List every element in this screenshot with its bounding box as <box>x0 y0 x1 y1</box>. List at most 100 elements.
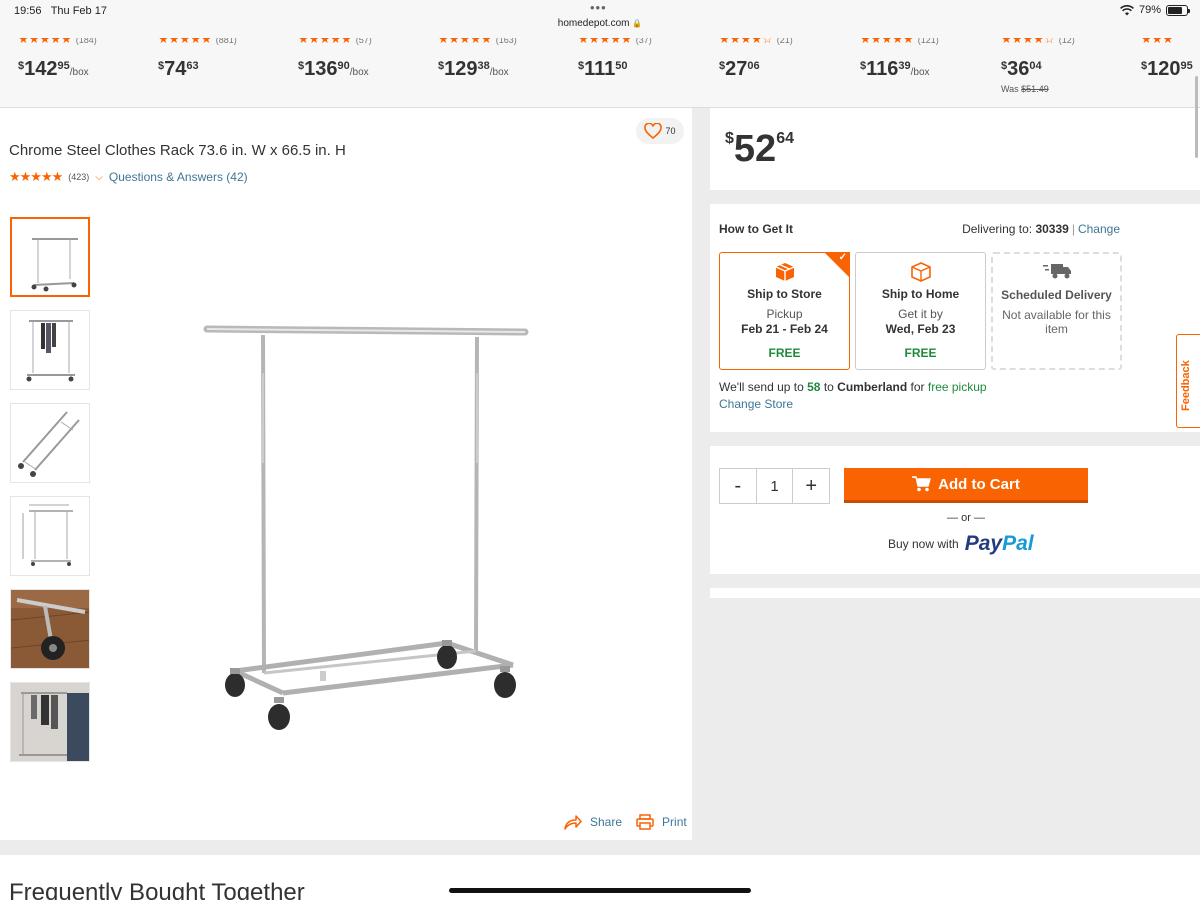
change-zip-link[interactable]: Change <box>1078 222 1120 236</box>
carousel-product[interactable]: ★★★★★ (37) $11150 <box>578 38 718 107</box>
carousel-product[interactable]: ★★★★★ (163) $12938/box <box>438 38 578 107</box>
carousel-price: $12095 <box>1141 58 1193 80</box>
carousel-product[interactable]: ★★★ $12095 <box>1141 38 1200 107</box>
cart-icon <box>912 476 932 492</box>
status-time: 19:56 Thu Feb 17 <box>14 5 107 17</box>
option-name: Scheduled Delivery <box>1001 288 1112 302</box>
delivery-zip: 30339 <box>1035 222 1069 236</box>
increase-quantity-button[interactable]: + <box>793 469 829 503</box>
fulfillment-card: How to Get It Delivering to: 30339 | Chang… <box>710 204 1200 432</box>
carousel-price: $2706 <box>719 58 760 80</box>
share-icon[interactable] <box>564 814 582 830</box>
section-heading: Frequently Bought Together <box>9 879 305 900</box>
carousel-product[interactable]: ★★★★★ (881) $7463 <box>158 38 298 107</box>
lock-icon: 🔒 <box>632 19 643 28</box>
carousel-stars: ★★★ <box>1141 38 1174 46</box>
carousel-product[interactable]: ★★★★★ (121) $11639/box <box>860 38 1000 107</box>
product-main-image[interactable] <box>195 313 535 733</box>
add-to-cart-card: - 1 + Add to Cart — or — Buy now with Pa… <box>710 446 1200 574</box>
store-box-icon <box>775 263 794 281</box>
delivering-to: Delivering to: 30339 | Change <box>962 222 1120 236</box>
option-name: Ship to Store <box>747 287 822 301</box>
option-line2: Feb 21 - Feb 24 <box>741 322 828 336</box>
decrease-quantity-button[interactable]: - <box>720 469 756 503</box>
option-line1: Get it by <box>898 307 943 321</box>
carousel-price: $13690/box <box>298 58 369 80</box>
carousel-stars: ★★★★★ (163) <box>438 38 517 46</box>
scheduled-delivery-option: Scheduled Delivery Not available for thi… <box>991 252 1122 370</box>
carousel-price: $3604 <box>1001 58 1042 80</box>
battery-percent: 79% <box>1138 4 1161 16</box>
ship-to-home-option[interactable]: Ship to Home Get it by Wed, Feb 23 FREE <box>855 252 986 370</box>
quantity-stepper: - 1 + <box>719 468 830 504</box>
carousel-price: $11639/box <box>860 58 930 80</box>
favorite-button[interactable]: 70 <box>636 118 684 144</box>
carousel-was-price: Was $51.49 <box>1001 84 1049 94</box>
option-price: FREE <box>904 346 937 360</box>
quantity-input[interactable]: 1 <box>755 469 794 503</box>
option-line1: Pickup <box>766 307 803 321</box>
ship-to-store-option[interactable]: ✓ Ship to Store Pickup Feb 21 - Feb 24 F… <box>719 252 850 370</box>
paypal-logo: PayPal <box>964 532 1034 555</box>
thumbnail-4[interactable] <box>10 496 90 576</box>
delivery-truck-icon <box>1042 264 1071 279</box>
thumbnail-1[interactable] <box>10 217 90 297</box>
thumbnail-2[interactable] <box>10 310 90 390</box>
add-to-cart-label: Add to Cart <box>938 475 1020 493</box>
product-title: Chrome Steel Clothes Rack 73.6 in. W x 6… <box>9 142 346 159</box>
product-media-panel: 70 Chrome Steel Clothes Rack 73.6 in. W … <box>0 108 692 840</box>
product-carousel[interactable]: ★★★★★ (184) $14295/box ★★★★★ (881) $7463 ★★★★★… <box>0 38 1200 108</box>
status-right: 79% <box>1120 4 1190 16</box>
feedback-tab[interactable]: Feedback <box>1176 334 1200 428</box>
carousel-product[interactable]: ★★★★☆ (12) $3604 Was $51.49 <box>1001 38 1141 107</box>
print-link[interactable]: Print <box>662 815 687 829</box>
option-line2: Wed, Feb 23 <box>885 322 956 336</box>
battery-level <box>1168 6 1183 14</box>
carousel-product[interactable]: ★★★★★ (57) $13690/box <box>298 38 438 107</box>
carousel-stars: ★★★★★ (184) <box>18 38 97 46</box>
thumbnail-list <box>10 217 94 775</box>
questions-answers-link[interactable]: Questions & Answers (42) <box>109 170 248 184</box>
option-unavailable: Not available for this item <box>1002 308 1111 336</box>
check-icon: ✓ <box>838 252 847 263</box>
carousel-stars: ★★★★★ (37) <box>578 38 652 46</box>
carousel-product[interactable]: ★★★★☆ (21) $2706 <box>719 38 859 107</box>
battery-icon <box>1166 4 1190 16</box>
scrollbar[interactable] <box>1195 76 1198 158</box>
chevron-down-icon[interactable]: ⌵ <box>95 172 103 183</box>
carousel-stars: ★★★★☆ (21) <box>719 38 793 46</box>
heart-icon <box>644 123 663 139</box>
home-indicator[interactable] <box>449 888 751 893</box>
share-print-row: Share Print <box>564 814 687 830</box>
carousel-stars: ★★★★★ (881) <box>158 38 237 46</box>
change-store-link[interactable]: Change Store <box>719 397 793 411</box>
rating-stars[interactable]: ★★★★★ <box>9 169 63 185</box>
thumbnail-5[interactable] <box>10 589 90 669</box>
favorite-count: 70 <box>665 126 676 136</box>
home-box-icon <box>910 262 931 282</box>
carousel-price: $14295/box <box>18 58 89 80</box>
thumbnail-6[interactable] <box>10 682 90 762</box>
paypal-button[interactable]: Buy now with PayPal <box>888 532 1034 556</box>
product-price: $5264 <box>725 128 794 170</box>
add-to-cart-button[interactable]: Add to Cart <box>844 468 1088 503</box>
empty-card <box>710 588 1200 598</box>
rating-row: ★★★★★ (423) ⌵ Questions & Answers (42) <box>9 169 248 185</box>
carousel-stars: ★★★★★ (121) <box>860 38 939 46</box>
feedback-label: Feedback <box>1180 360 1192 411</box>
buy-now-label: Buy now with <box>888 537 959 551</box>
pickup-info: We'll send up to 58 to Cumberland for fr… <box>719 380 987 394</box>
address-bar[interactable]: homedepot.com 🔒 <box>0 18 1200 29</box>
thumbnail-3[interactable] <box>10 403 90 483</box>
carousel-product[interactable]: ★★★★★ (184) $14295/box <box>18 38 158 107</box>
carousel-price: $12938/box <box>438 58 509 80</box>
share-link[interactable]: Share <box>590 815 622 829</box>
or-divider: — or — <box>947 512 985 524</box>
more-dots-icon[interactable]: ••• <box>590 0 607 15</box>
print-icon[interactable] <box>636 814 654 830</box>
carousel-price: $11150 <box>578 58 628 80</box>
frequently-bought-section: Frequently Bought Together <box>0 855 1200 900</box>
fulfillment-title: How to Get It <box>719 222 793 236</box>
review-count[interactable]: (423) <box>68 172 89 182</box>
carousel-price: $7463 <box>158 58 199 80</box>
